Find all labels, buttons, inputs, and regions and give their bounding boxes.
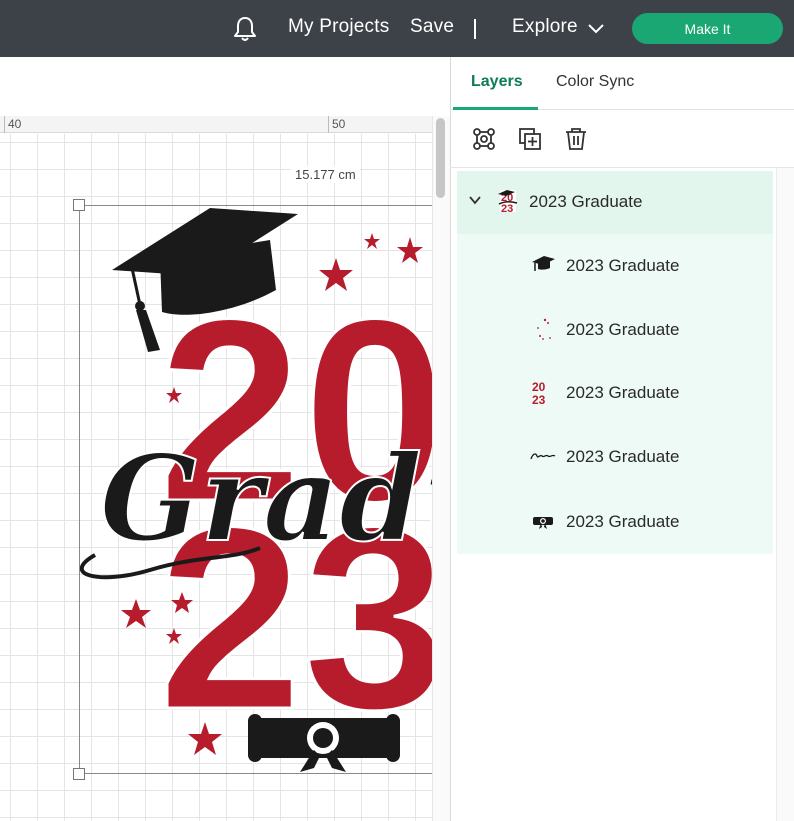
diploma-icon	[533, 517, 553, 529]
tab-color-sync[interactable]: Color Sync	[556, 73, 634, 91]
ruler-mark-40: 40	[8, 117, 22, 131]
chevron-down-icon[interactable]	[586, 20, 606, 36]
resize-handle-top-left[interactable]	[73, 199, 85, 211]
selection-box	[79, 205, 432, 774]
nav-separator	[474, 19, 476, 39]
layer-name[interactable]: 2023 Graduate	[566, 256, 679, 276]
panel-scrollbar[interactable]	[776, 168, 794, 821]
duplicate-icon[interactable]	[517, 126, 543, 152]
layer-toolbar	[450, 110, 794, 168]
script-text-icon	[530, 453, 556, 460]
bell-icon[interactable]	[232, 15, 258, 43]
ruler-mark-50: 50	[332, 117, 346, 131]
svg-text:23: 23	[532, 393, 546, 405]
graduation-cap-icon	[532, 256, 555, 271]
layer-name[interactable]: 2023 Graduate	[566, 447, 679, 467]
trash-icon[interactable]	[563, 126, 589, 152]
layer-name[interactable]: 2023 Graduate	[566, 512, 679, 532]
layer-group-name[interactable]: 2023 Graduate	[529, 192, 642, 212]
numbers-icon: 20 23	[532, 380, 546, 405]
width-dimension-label: 15.177 cm	[291, 166, 360, 183]
chevron-down-icon[interactable]	[468, 194, 482, 206]
canvas-scroll-thumb[interactable]	[436, 118, 445, 198]
group-thumbnail-icon: 20 23	[498, 190, 518, 214]
canvas-scrollbar[interactable]	[432, 116, 450, 821]
save-button[interactable]: Save	[410, 16, 454, 38]
make-it-button[interactable]: Make It	[632, 13, 783, 44]
group-icon[interactable]	[471, 126, 497, 152]
stars-icon	[537, 318, 551, 340]
svg-text:23: 23	[501, 203, 513, 214]
horizontal-ruler	[0, 116, 432, 133]
resize-handle-bottom-left[interactable]	[73, 768, 85, 780]
explore-menu[interactable]: Explore	[512, 16, 578, 38]
tab-layers[interactable]: Layers	[471, 73, 523, 91]
my-projects-link[interactable]: My Projects	[288, 16, 389, 38]
layer-name[interactable]: 2023 Graduate	[566, 383, 679, 403]
svg-text:20: 20	[532, 380, 546, 394]
layer-name[interactable]: 2023 Graduate	[566, 320, 679, 340]
